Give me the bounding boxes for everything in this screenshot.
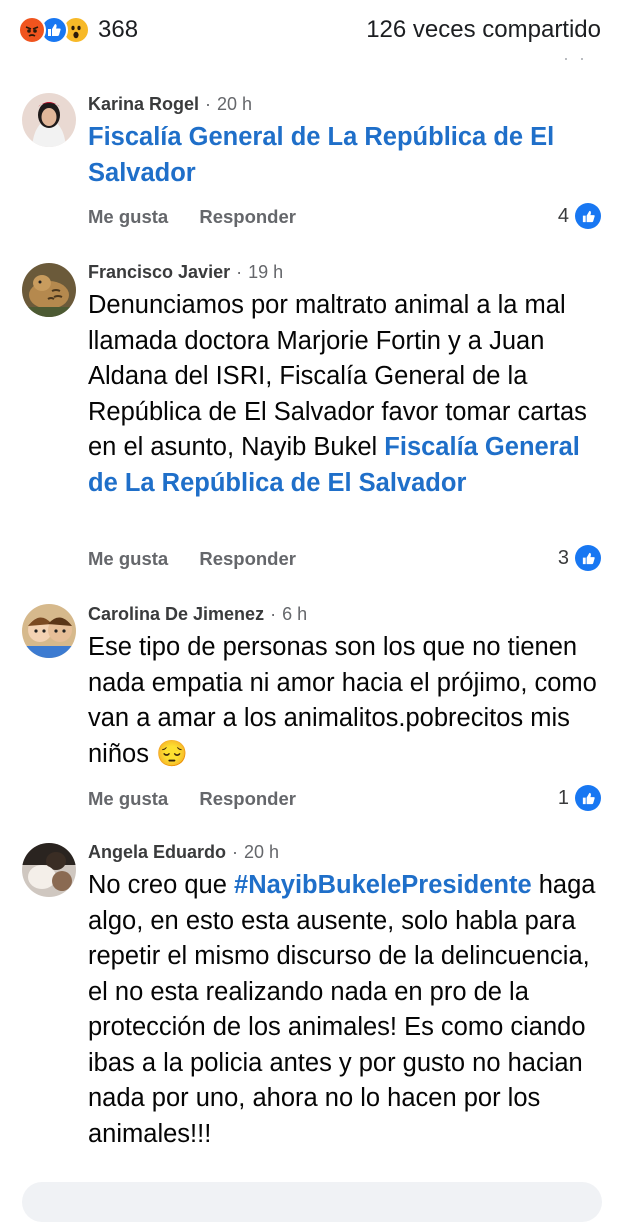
like-count: 3 [557,546,569,569]
comment-item: Angela Eduardo · 20 h No creo que #NayibBu… [0,840,623,1170]
comment-author[interactable]: Angela Eduardo [88,842,226,862]
avatar[interactable] [22,263,76,317]
pensive-face-emoji: 😔 [156,739,188,768]
share-count[interactable]: 126 veces compartido [366,16,601,44]
comment-time[interactable]: 19 h [248,262,283,282]
like-button[interactable]: Me gusta [88,206,168,227]
comment-time[interactable]: 20 h [244,842,279,862]
reaction-count: 368 [98,16,139,43]
mention-link[interactable]: Fiscalía General de La República de El S… [88,123,554,187]
write-comment-input[interactable] [22,1182,602,1222]
comment-text: Ese tipo de personas son los que no tien… [88,633,597,768]
avatar[interactable] [22,604,76,658]
like-count: 4 [557,204,569,227]
comment-likes[interactable]: 3 [558,545,601,571]
comment-author[interactable]: Francisco Javier [88,262,230,282]
more-dots-icon: ·· [563,48,595,68]
like-button[interactable]: Me gusta [88,788,168,809]
like-button[interactable]: Me gusta [88,548,168,569]
like-icon [575,545,601,571]
like-icon [575,785,601,811]
reply-button[interactable]: Responder [199,548,296,569]
reactions-summary[interactable]: 368 [18,16,138,44]
like-icon [575,203,601,229]
comment-time[interactable]: 20 h [217,94,252,114]
reply-button[interactable]: Responder [199,206,296,227]
comment-text: No creo que #NayibBukelePresidente haga … [88,871,596,1148]
avatar[interactable] [22,93,76,147]
comment-text: Denunciamos por maltrato animal a la mal… [88,291,587,497]
like-count: 1 [557,786,569,809]
comment-author[interactable]: Karina Rogel [88,94,199,114]
comment-likes[interactable]: 1 [558,785,601,811]
comment-author[interactable]: Carolina De Jimenez [88,604,264,624]
reply-button[interactable]: Responder [199,788,296,809]
angry-icon [18,16,46,44]
comment-text: Fiscalía General de La República de El S… [88,120,598,191]
comment-likes[interactable]: 4 [558,203,601,229]
hashtag-link[interactable]: #NayibBukelePresidente [234,871,532,899]
avatar[interactable] [22,843,76,897]
comment-time[interactable]: 6 h [282,604,307,624]
post-stats-bar: 368 126 veces compartido ·· [0,0,623,68]
